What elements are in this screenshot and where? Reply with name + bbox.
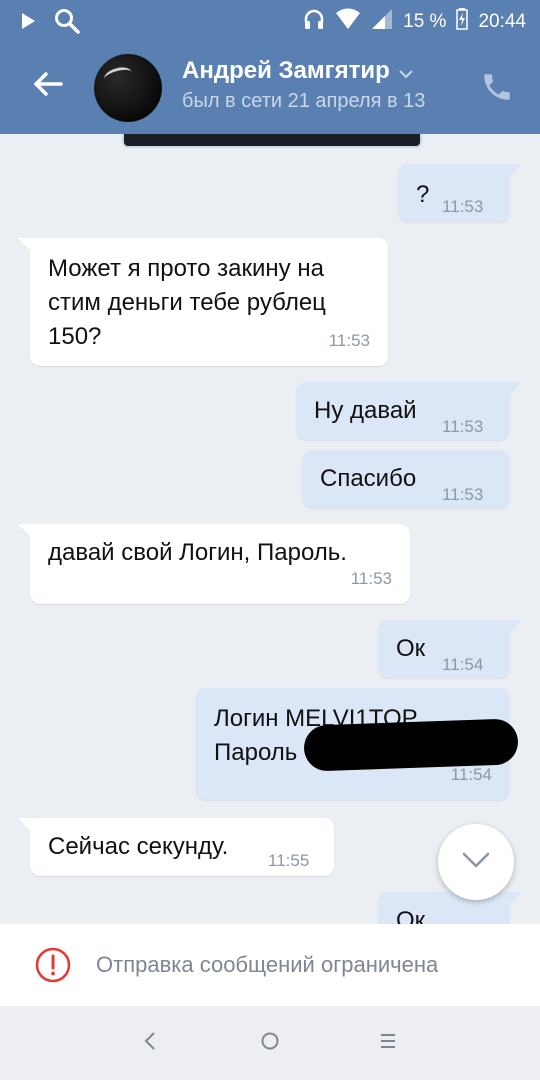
message-text: стим деньги тебе рублец xyxy=(48,289,326,316)
search-icon xyxy=(54,8,80,39)
avatar[interactable] xyxy=(94,54,162,122)
message-time: 11:53 xyxy=(442,417,484,436)
message-time: 11:53 xyxy=(350,569,392,588)
wifi-icon xyxy=(335,8,361,36)
signal-icon xyxy=(371,8,393,36)
nav-menu-button[interactable] xyxy=(368,1028,408,1058)
message-incoming[interactable]: Может я прото закину на стим деньги тебе… xyxy=(18,238,388,366)
message-text: Может я прото закину на xyxy=(48,255,324,282)
nav-menu-icon xyxy=(379,1033,397,1054)
chat-header: Андрей Замгятир был в сети 21 апреля в 1… xyxy=(0,40,540,134)
message-list[interactable]: ? 11:53 Может я прото закину на стим ден… xyxy=(0,134,540,924)
message-text: давай свой Логин, Пароль. xyxy=(48,539,347,566)
message-incoming[interactable]: давай свой Логин, Пароль. 11:53 xyxy=(18,524,410,604)
nav-back-button[interactable] xyxy=(130,1028,170,1058)
system-nav-bar xyxy=(0,1006,540,1080)
message-text: 150? xyxy=(48,323,102,350)
message-outgoing[interactable]: Ок 11:54 xyxy=(378,620,522,678)
battery-percent: 15 % xyxy=(403,11,447,32)
chevron-down-icon xyxy=(398,58,414,86)
contact-name: Андрей Замгятир xyxy=(182,57,390,84)
message-time: 11:53 xyxy=(328,331,370,350)
back-arrow-icon xyxy=(33,71,63,102)
message-text: ? xyxy=(416,181,430,208)
alert-circle-icon xyxy=(34,946,72,984)
headphones-icon xyxy=(303,8,325,36)
redaction-scribble xyxy=(303,718,519,772)
contact-status: был в сети 21 апреля в 13 xyxy=(182,90,426,112)
message-time: 11:53 xyxy=(442,197,484,216)
message-outgoing[interactable]: Спасибо 11:53 xyxy=(302,450,510,508)
play-icon xyxy=(20,12,36,35)
media-attachment[interactable] xyxy=(122,134,422,148)
chevron-down-icon xyxy=(461,851,491,874)
nav-home-icon xyxy=(260,1031,280,1056)
scroll-to-bottom-button[interactable] xyxy=(438,824,514,900)
message-text: Ок xyxy=(396,907,426,924)
clock: 20:44 xyxy=(478,11,526,32)
message-time: 11:53 xyxy=(442,485,484,504)
message-text: Ну давай xyxy=(314,397,417,424)
message-text: Спасибо xyxy=(320,465,417,492)
message-outgoing[interactable]: ? 11:53 xyxy=(398,164,522,222)
nav-back-icon xyxy=(143,1031,157,1056)
message-text: Ок xyxy=(396,635,426,662)
message-incoming[interactable]: Сейчас секунду. 11:55 xyxy=(18,818,334,876)
message-time: 11:55 xyxy=(268,851,310,870)
message-outgoing[interactable]: Ну давай 11:53 xyxy=(296,382,522,440)
restriction-banner: Отправка сообщений ограничена xyxy=(0,924,540,1006)
status-bar: 15 % 20:44 xyxy=(0,0,540,40)
battery-icon xyxy=(456,8,469,36)
nav-home-button[interactable] xyxy=(250,1028,290,1058)
call-button[interactable] xyxy=(480,70,520,110)
phone-icon xyxy=(480,74,514,108)
message-time: 11:54 xyxy=(442,655,484,674)
restriction-text: Отправка сообщений ограничена xyxy=(96,952,439,977)
back-button[interactable] xyxy=(26,62,70,110)
message-text: Сейчас секунду. xyxy=(48,833,229,860)
contact-name-button[interactable]: Андрей Замгятир xyxy=(182,56,414,86)
